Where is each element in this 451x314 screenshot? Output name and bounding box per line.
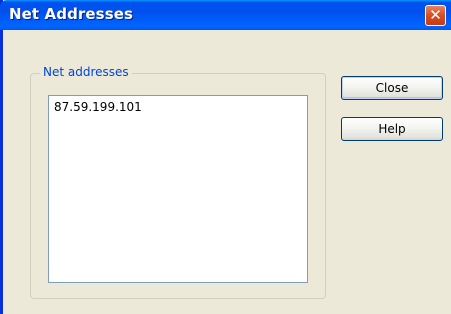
net-addresses-list[interactable]: 87.59.199.101 [48, 95, 308, 283]
help-button[interactable]: Help [341, 117, 443, 141]
list-item[interactable]: 87.59.199.101 [54, 100, 142, 114]
close-button[interactable]: Close [341, 76, 443, 100]
title-bar[interactable]: Net Addresses ✕ [0, 0, 451, 30]
dialog-window: Net Addresses ✕ Net addresses 87.59.199.… [0, 0, 451, 314]
net-addresses-group-label: Net addresses [40, 64, 132, 80]
window-title: Net Addresses [9, 5, 134, 23]
close-icon[interactable]: ✕ [425, 5, 446, 26]
